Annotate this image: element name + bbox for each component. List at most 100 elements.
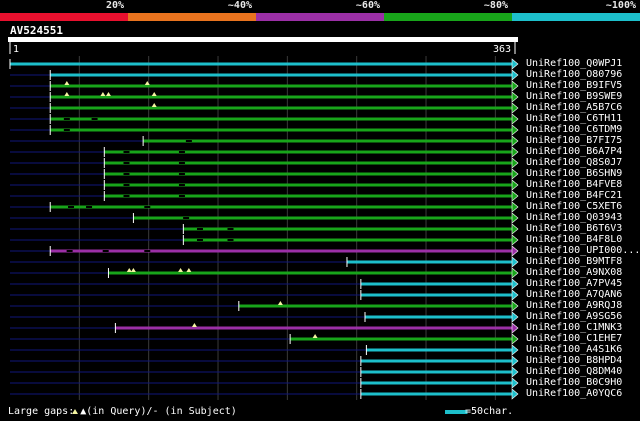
- hit-end-arrow: [511, 377, 519, 389]
- hit-label[interactable]: UniRef100_O80796: [526, 69, 622, 80]
- hit-label[interactable]: UniRef100_C6TDM9: [526, 124, 622, 135]
- hit-end-arrow: [511, 91, 519, 103]
- query-gap-marker: [151, 92, 157, 96]
- hit-alignment-bar: [360, 359, 512, 363]
- hit-alignment-bar: [360, 381, 512, 385]
- hit-alignment-bar: [366, 348, 512, 352]
- hit-label[interactable]: UniRef100_A7QAN6: [526, 289, 622, 300]
- hit-label[interactable]: UniRef100_B7FI75: [526, 135, 622, 146]
- hit-alignment-bar: [360, 293, 512, 297]
- severity-label: ~80%: [483, 0, 508, 11]
- hit-end-arrow: [511, 212, 519, 224]
- hit-label[interactable]: UniRef100_A7PV45: [526, 278, 622, 289]
- hit-label[interactable]: UniRef100_B4FC21: [526, 190, 622, 201]
- query-gap-marker: [151, 103, 157, 107]
- hit-end-arrow: [511, 190, 519, 202]
- hit-alignment-bar: [143, 139, 512, 143]
- severity-segment: [512, 13, 640, 21]
- severity-segment: [128, 13, 256, 21]
- hit-alignment-bar: [346, 260, 512, 264]
- query-gap-marker: [312, 334, 318, 338]
- gap-legend-text: Large gaps: ▲(in Query)/- (in Subject): [8, 406, 237, 417]
- hit-end-arrow: [511, 322, 519, 334]
- query-gap-marker: [105, 92, 111, 96]
- hit-end-arrow: [511, 234, 519, 246]
- hit-alignment-bar: [360, 282, 512, 286]
- query-gap-marker: [191, 323, 197, 327]
- hit-alignment-bar: [133, 216, 512, 220]
- hit-label[interactable]: UniRef100_Q0WPJ1: [526, 58, 622, 69]
- hit-end-arrow: [511, 355, 519, 367]
- hit-end-arrow: [511, 223, 519, 235]
- scale-legend-text: =50char.: [465, 406, 514, 417]
- query-gap-marker: [64, 81, 70, 85]
- query-gap-marker: [64, 92, 70, 96]
- hit-alignment-bar: [104, 183, 512, 187]
- hit-end-arrow: [511, 80, 519, 92]
- hit-alignment-bar: [104, 150, 512, 154]
- hit-alignment-bar: [50, 84, 513, 88]
- hit-alignment-bar: [50, 95, 513, 99]
- hit-label[interactable]: UniRef100_C1MNK3: [526, 322, 622, 333]
- hit-end-arrow: [511, 245, 519, 257]
- hit-label[interactable]: UniRef100_B4F8L0: [526, 234, 622, 245]
- hit-label[interactable]: UniRef100_B4FVE8: [526, 179, 622, 190]
- hit-end-arrow: [511, 124, 519, 136]
- query-gap-marker: [100, 92, 106, 96]
- hit-end-arrow: [511, 289, 519, 301]
- hit-label[interactable]: UniRef100_A5B7C6: [526, 102, 622, 113]
- hit-label[interactable]: UniRef100_A4S1K6: [526, 344, 622, 355]
- hit-label[interactable]: UniRef100_B6SHN9: [526, 168, 622, 179]
- hit-label[interactable]: UniRef100_A9SG56: [526, 311, 622, 322]
- severity-label: ~60%: [355, 0, 380, 11]
- hit-label[interactable]: UniRef100_Q8DM40: [526, 366, 622, 377]
- query-gap-marker: [126, 268, 132, 272]
- hit-label[interactable]: UniRef100_B6A7P4: [526, 146, 622, 157]
- query-gap-marker: [130, 268, 136, 272]
- query-gap-marker: [277, 301, 283, 305]
- hit-alignment-bar: [50, 128, 513, 132]
- hit-label[interactable]: UniRef100_B9SWE9: [526, 91, 622, 102]
- query-gap-marker: [186, 268, 192, 272]
- hit-end-arrow: [511, 256, 519, 268]
- hit-end-arrow: [511, 58, 519, 70]
- hit-label[interactable]: UniRef100_C6TH11: [526, 113, 622, 124]
- hit-alignment-bar: [104, 172, 512, 176]
- hit-end-arrow: [511, 168, 519, 180]
- hit-label[interactable]: UniRef100_B8HPD4: [526, 355, 622, 366]
- hit-end-arrow: [511, 201, 519, 213]
- hit-label[interactable]: UniRef100_B6T6V3: [526, 223, 622, 234]
- hit-end-arrow: [511, 113, 519, 125]
- ruler-start-label: 1: [13, 44, 19, 55]
- hit-label[interactable]: UniRef100_B9MTF8: [526, 256, 622, 267]
- hit-end-arrow: [511, 135, 519, 147]
- hit-end-arrow: [511, 344, 519, 356]
- hit-alignment-bar: [365, 315, 512, 319]
- hit-alignment-bar: [50, 106, 513, 110]
- alignment-overview: 1 363 AV524551 UniRef100_Q0WPJ1 UniRef100_…: [0, 0, 640, 421]
- hit-end-arrow: [511, 69, 519, 81]
- hit-label[interactable]: UniRef100_UPI000...: [526, 245, 640, 256]
- hit-label[interactable]: UniRef100_A9NX08: [526, 267, 622, 278]
- hit-label[interactable]: UniRef100_B0C9H0: [526, 377, 622, 388]
- query-ruler-bar: [8, 37, 518, 42]
- hit-label[interactable]: UniRef100_Q8S0J7: [526, 157, 622, 168]
- hit-label[interactable]: UniRef100_A0YQC6: [526, 388, 622, 399]
- query-name: AV524551: [10, 24, 63, 37]
- hit-label[interactable]: UniRef100_C5XET6: [526, 201, 622, 212]
- hit-alignment-bar: [104, 194, 512, 198]
- hit-end-arrow: [511, 267, 519, 279]
- hit-label[interactable]: UniRef100_B9IFV5: [526, 80, 622, 91]
- severity-segment: [0, 13, 128, 21]
- hit-end-arrow: [511, 333, 519, 345]
- hit-end-arrow: [511, 388, 519, 400]
- hit-alignment-bar: [360, 392, 512, 396]
- hit-alignment-bar: [50, 73, 513, 77]
- hit-alignment-bar: [360, 370, 512, 374]
- hit-label[interactable]: UniRef100_A9RQJ8: [526, 300, 622, 311]
- hit-alignment-bar: [50, 205, 513, 209]
- hit-alignment-bar: [108, 271, 513, 275]
- hit-label[interactable]: UniRef100_C1EHE7: [526, 333, 622, 344]
- hit-label[interactable]: UniRef100_Q03943: [526, 212, 622, 223]
- hit-end-arrow: [511, 366, 519, 378]
